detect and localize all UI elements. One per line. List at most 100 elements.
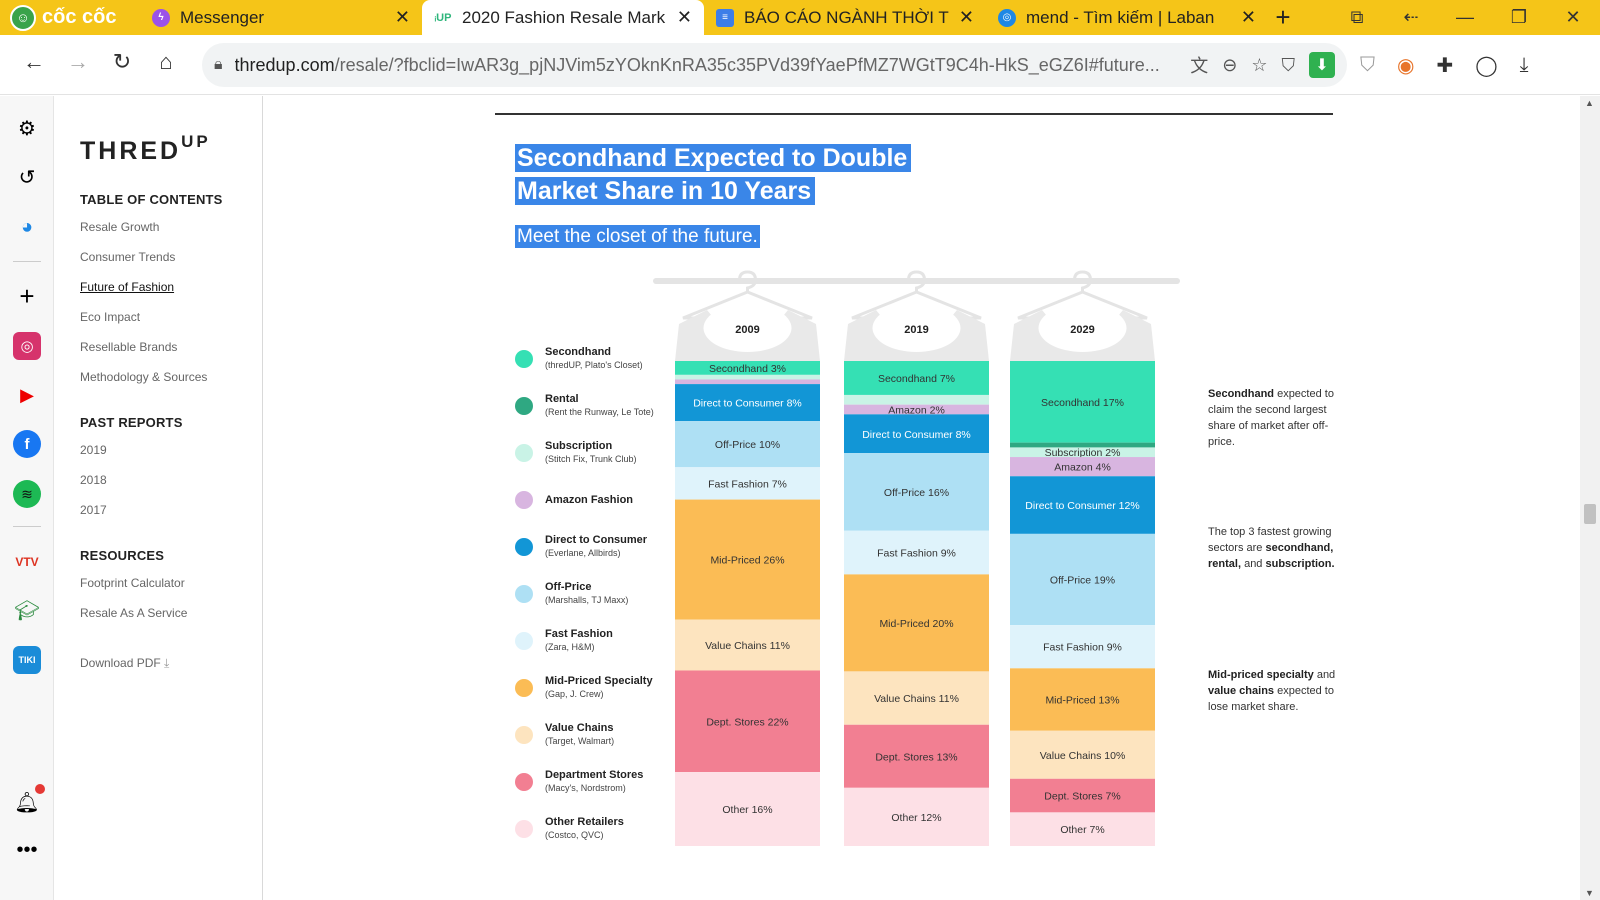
toc-link[interactable]: Eco Impact	[80, 310, 140, 324]
annotation-secondhand: Secondhand expected to claim the second …	[1208, 386, 1338, 450]
downloads-icon[interactable]: ⤓	[1520, 54, 1529, 77]
close-icon[interactable]: ✕	[395, 7, 410, 28]
vtv-icon[interactable]: VTV	[13, 548, 41, 576]
address-bar[interactable]: 🔒︎ thredup.com/resale/?fbclid=IwAR3g_pjN…	[202, 43, 1347, 87]
download-icon: ⤓	[164, 656, 170, 670]
new-tab-button[interactable]: +	[1268, 0, 1298, 35]
tab-title: BÁO CÁO NGÀNH THỜI T	[744, 7, 949, 27]
legend-sublabel: (Target, Walmart)	[545, 736, 615, 746]
lock-icon[interactable]: 🔒︎	[214, 56, 223, 74]
legend-label: Amazon Fashion	[545, 494, 634, 506]
forward-button[interactable]: →	[56, 49, 100, 75]
facebook-icon[interactable]: f	[13, 430, 41, 458]
minimize-button[interactable]: —	[1438, 7, 1492, 28]
segment-label: Mid-Priced 20%	[879, 618, 953, 630]
page-subtitle: Meet the closet of the future.	[515, 225, 760, 248]
profile-icon[interactable]: ◯	[1475, 53, 1497, 78]
bar-segment	[675, 379, 820, 385]
past-report-link[interactable]: 2019	[80, 443, 107, 457]
legend-swatch	[515, 726, 533, 744]
add-icon[interactable]: +	[13, 281, 41, 311]
segment-label: Secondhand 3%	[709, 363, 786, 375]
page-title: Secondhand Expected to Double Market Sha…	[515, 142, 912, 208]
tab-thredup[interactable]: ᵢUP 2020 Fashion Resale Mark ✕	[422, 0, 704, 35]
more-icon[interactable]: •••	[13, 836, 41, 864]
scroll-down-icon[interactable]: ▼	[1585, 888, 1594, 898]
messenger-icon[interactable]: ◕	[13, 213, 41, 241]
legend-swatch	[515, 491, 533, 509]
star-icon[interactable]: ☆	[1251, 55, 1267, 76]
browser-brand[interactable]: ☺ cốc cốc	[0, 0, 140, 35]
url-text[interactable]: thredup.com/resale/?fbclid=IwAR3g_pjNJVi…	[235, 55, 1177, 76]
extensions-icon[interactable]: ✚	[1436, 53, 1453, 78]
back-button[interactable]: ←	[12, 49, 56, 75]
toc-link[interactable]: Consumer Trends	[80, 250, 175, 264]
scroll-up-icon[interactable]: ▲	[1585, 98, 1594, 108]
adblock-icon[interactable]: ⛉	[1360, 54, 1375, 77]
browser-sidebar: ⚙ ↺ ◕ + ◎ ▶ f ≋ VTV 🎓︎ TIKI 🔔︎ •••	[0, 96, 54, 900]
resource-link[interactable]: Footprint Calculator	[80, 576, 185, 590]
home-button[interactable]: ⌂	[144, 49, 188, 75]
legend-label: Subscription	[545, 440, 613, 452]
docs-icon: ≡	[716, 8, 734, 27]
past-report-link[interactable]: 2017	[80, 503, 107, 517]
legend-sublabel: (Stitch Fix, Trunk Club)	[545, 454, 637, 464]
tab-title: mend - Tìm kiếm | Laban	[1026, 7, 1215, 27]
segment-label: Direct to Consumer 8%	[862, 429, 971, 441]
subtitle-text: Meet the closet of the future.	[515, 225, 760, 248]
education-icon[interactable]: 🎓︎	[13, 596, 41, 624]
annotation-bold: value chains	[1208, 685, 1275, 697]
divider-rule	[495, 113, 1333, 115]
toc-link[interactable]: Methodology & Sources	[80, 370, 207, 384]
segment-label: Direct to Consumer 12%	[1025, 500, 1139, 512]
toc-link[interactable]: Resellable Brands	[80, 340, 177, 354]
segment-label: Amazon 4%	[1054, 462, 1111, 474]
close-icon[interactable]: ✕	[959, 7, 974, 28]
hanger-rod	[653, 278, 1180, 284]
thredup-logo[interactable]: THREDUP	[80, 132, 211, 166]
tab-docs[interactable]: ≡ BÁO CÁO NGÀNH THỜI T ✕	[704, 0, 986, 35]
segment-label: Off-Price 16%	[884, 487, 949, 499]
segment-label: Mid-Priced 26%	[710, 555, 784, 567]
tiki-icon[interactable]: TIKI	[13, 646, 41, 674]
tab-search-icon[interactable]: ⧉	[1330, 7, 1384, 28]
spotify-icon[interactable]: ≋	[13, 480, 41, 508]
logo-sup: UP	[181, 132, 211, 151]
page-scrollbar[interactable]: ▲ ▼	[1580, 96, 1600, 900]
tab-title: Messenger	[180, 7, 265, 27]
youtube-icon[interactable]: ▶	[13, 381, 41, 409]
close-icon[interactable]: ✕	[1241, 7, 1256, 28]
back-arrow-icon[interactable]: ⇠	[1384, 7, 1438, 28]
toc-heading: TABLE OF CONTENTS	[80, 192, 223, 207]
scroll-thumb[interactable]	[1584, 504, 1596, 524]
resource-link[interactable]: Resale As A Service	[80, 606, 187, 620]
legend-label: Fast Fashion	[545, 628, 613, 640]
past-report-link[interactable]: 2018	[80, 473, 107, 487]
shield-icon[interactable]: ⛉	[1282, 55, 1296, 76]
main-content: Secondhand Expected to Double Market Sha…	[263, 96, 1580, 900]
toc-link-current[interactable]: Future of Fashion	[80, 280, 174, 294]
extension-color-icon[interactable]: ◉	[1397, 53, 1414, 78]
tab-messenger[interactable]: ϟ Messenger ✕	[140, 0, 422, 35]
download-video-icon[interactable]: ⬇	[1309, 52, 1335, 78]
toc-link[interactable]: Resale Growth	[80, 220, 159, 234]
annotation-bold: subscription.	[1265, 558, 1335, 570]
zoom-icon[interactable]: ⊖	[1222, 55, 1237, 76]
restore-button[interactable]: ❐	[1492, 7, 1546, 28]
segment-label: Off-Price 19%	[1050, 574, 1115, 586]
close-window-button[interactable]: ✕	[1546, 7, 1600, 28]
messenger-icon: ϟ	[152, 8, 170, 27]
tab-laban[interactable]: ◎ mend - Tìm kiếm | Laban ✕	[986, 0, 1268, 35]
segment-label: Fast Fashion 7%	[708, 478, 787, 490]
download-pdf-link[interactable]: Download PDF ⤓	[80, 656, 169, 671]
close-icon[interactable]: ✕	[677, 7, 692, 28]
settings-icon[interactable]: ⚙	[13, 114, 41, 142]
segment-label: Dept. Stores 7%	[1044, 791, 1120, 803]
reload-button[interactable]: ↻	[100, 49, 144, 75]
download-pdf-label: Download PDF	[80, 656, 161, 670]
instagram-icon[interactable]: ◎	[13, 332, 41, 360]
translate-icon[interactable]: 文	[1190, 52, 1208, 78]
history-icon[interactable]: ↺	[13, 163, 41, 191]
legend-label: Off-Price	[545, 581, 592, 593]
browser-toolbar: ← → ↻ ⌂ 🔒︎ thredup.com/resale/?fbclid=Iw…	[0, 35, 1600, 95]
